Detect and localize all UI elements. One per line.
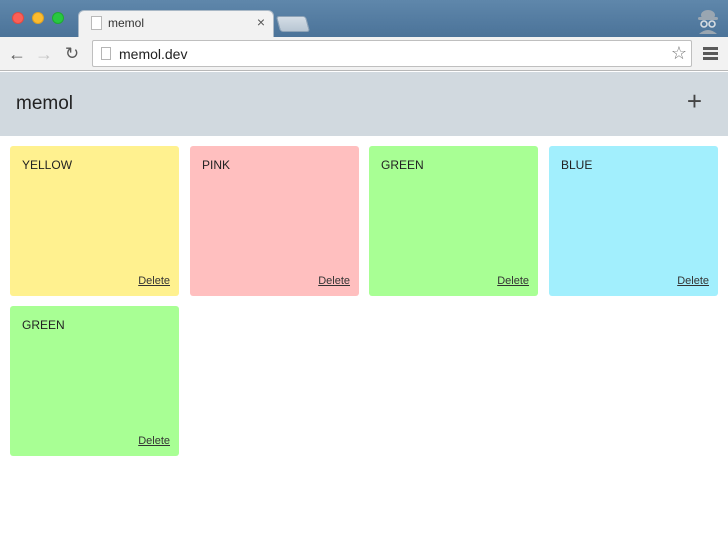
back-arrow-icon[interactable]: ← [7,44,27,64]
minimize-window-button[interactable] [32,12,44,24]
incognito-icon [698,10,718,34]
note-text[interactable]: YELLOW [22,158,72,172]
close-window-button[interactable] [12,12,24,24]
note-text[interactable]: PINK [202,158,230,172]
note-card: BLUE Delete [549,146,718,296]
browser-titlebar: memol × [0,0,728,37]
menu-bar [703,47,718,50]
note-card: YELLOW Delete [10,146,179,296]
maximize-window-button[interactable] [52,12,64,24]
delete-note-link[interactable]: Delete [318,275,350,287]
tab-close-icon[interactable]: × [257,14,265,30]
url-text: memol.dev [119,46,188,62]
browser-tab[interactable]: memol × [78,10,274,37]
note-text[interactable]: BLUE [561,158,592,172]
note-text[interactable]: GREEN [22,318,65,332]
delete-note-link[interactable]: Delete [138,275,170,287]
app-title: memol [16,93,74,114]
add-note-button[interactable]: + [687,88,702,114]
note-card: PINK Delete [190,146,359,296]
app-header: memol + [0,72,728,136]
page-icon [91,16,102,30]
bookmark-star-icon[interactable]: ☆ [671,43,687,64]
reload-icon[interactable]: ↻ [62,44,82,64]
page-icon [101,47,111,60]
note-card: GREEN Delete [369,146,538,296]
note-card: GREEN Delete [10,306,179,456]
forward-arrow-icon[interactable]: → [34,44,54,64]
browser-toolbar: ← → ↻ memol.dev ☆ [0,37,728,71]
menu-bar [703,52,718,55]
address-bar[interactable]: memol.dev ☆ [92,40,692,67]
note-text[interactable]: GREEN [381,158,424,172]
new-tab-button[interactable] [275,16,311,32]
tab-title: memol [108,16,145,30]
menu-icon[interactable] [703,47,718,60]
delete-note-link[interactable]: Delete [497,275,529,287]
delete-note-link[interactable]: Delete [138,435,170,447]
delete-note-link[interactable]: Delete [677,275,709,287]
menu-bar [703,57,718,60]
